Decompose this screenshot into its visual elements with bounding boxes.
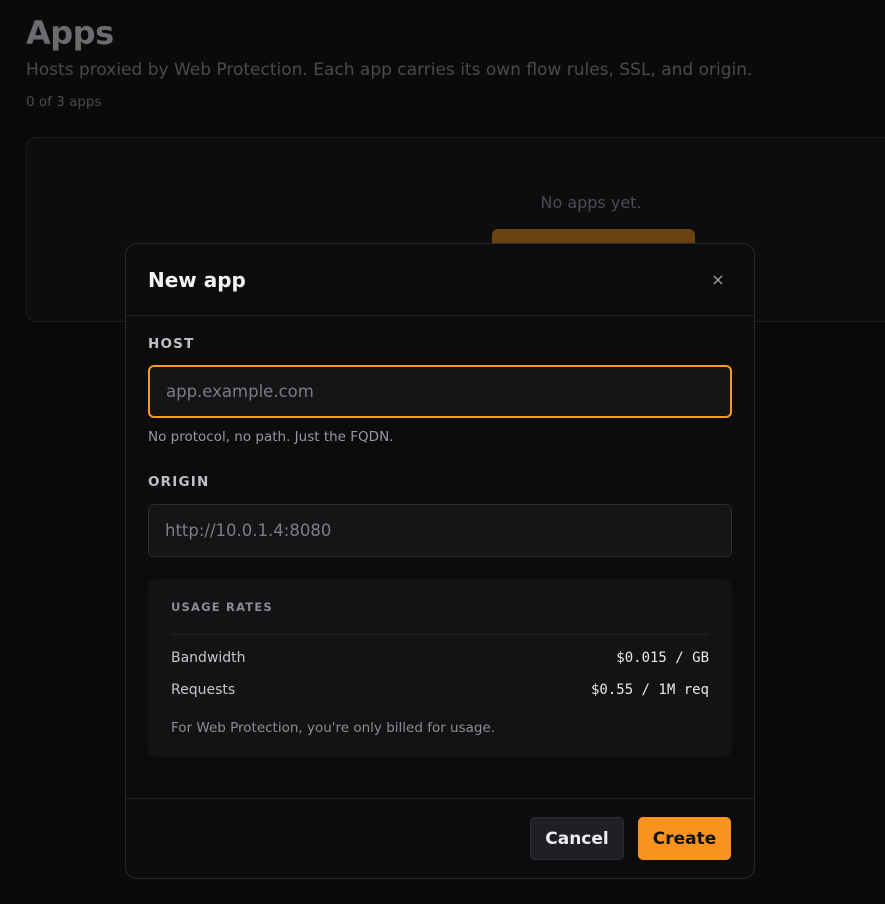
rate-name: Bandwidth <box>171 650 246 666</box>
usage-rates-panel: USAGE RATES Bandwidth $0.015 / GB Reques… <box>148 579 732 757</box>
usage-rates-note: For Web Protection, you're only billed f… <box>171 720 496 736</box>
origin-input[interactable] <box>148 504 732 557</box>
rate-value: $0.55 / 1M req <box>590 682 709 698</box>
new-app-dialog: New app × HOST No protocol, no path. Jus… <box>125 243 755 879</box>
dialog-title: New app <box>148 268 246 292</box>
dialog-header: New app × <box>126 244 754 316</box>
rate-name: Requests <box>171 682 236 698</box>
rate-row-requests: Requests $0.55 / 1M req <box>171 680 709 700</box>
cancel-button[interactable]: Cancel <box>530 817 624 860</box>
create-button[interactable]: Create <box>638 817 731 860</box>
dialog-footer: Cancel Create <box>126 798 754 878</box>
rate-row-bandwidth: Bandwidth $0.015 / GB <box>171 648 709 668</box>
usage-rates-title: USAGE RATES <box>171 600 273 614</box>
host-help-text: No protocol, no path. Just the FQDN. <box>148 429 394 445</box>
host-label: HOST <box>148 336 195 352</box>
close-icon[interactable]: × <box>708 268 728 290</box>
host-input[interactable] <box>148 365 732 418</box>
rate-value: $0.015 / GB <box>616 650 709 666</box>
apps-page: Apps Hosts proxied by Web Protection. Ea… <box>0 0 885 904</box>
origin-label: ORIGIN <box>148 474 210 490</box>
usage-rates-divider <box>171 634 709 635</box>
